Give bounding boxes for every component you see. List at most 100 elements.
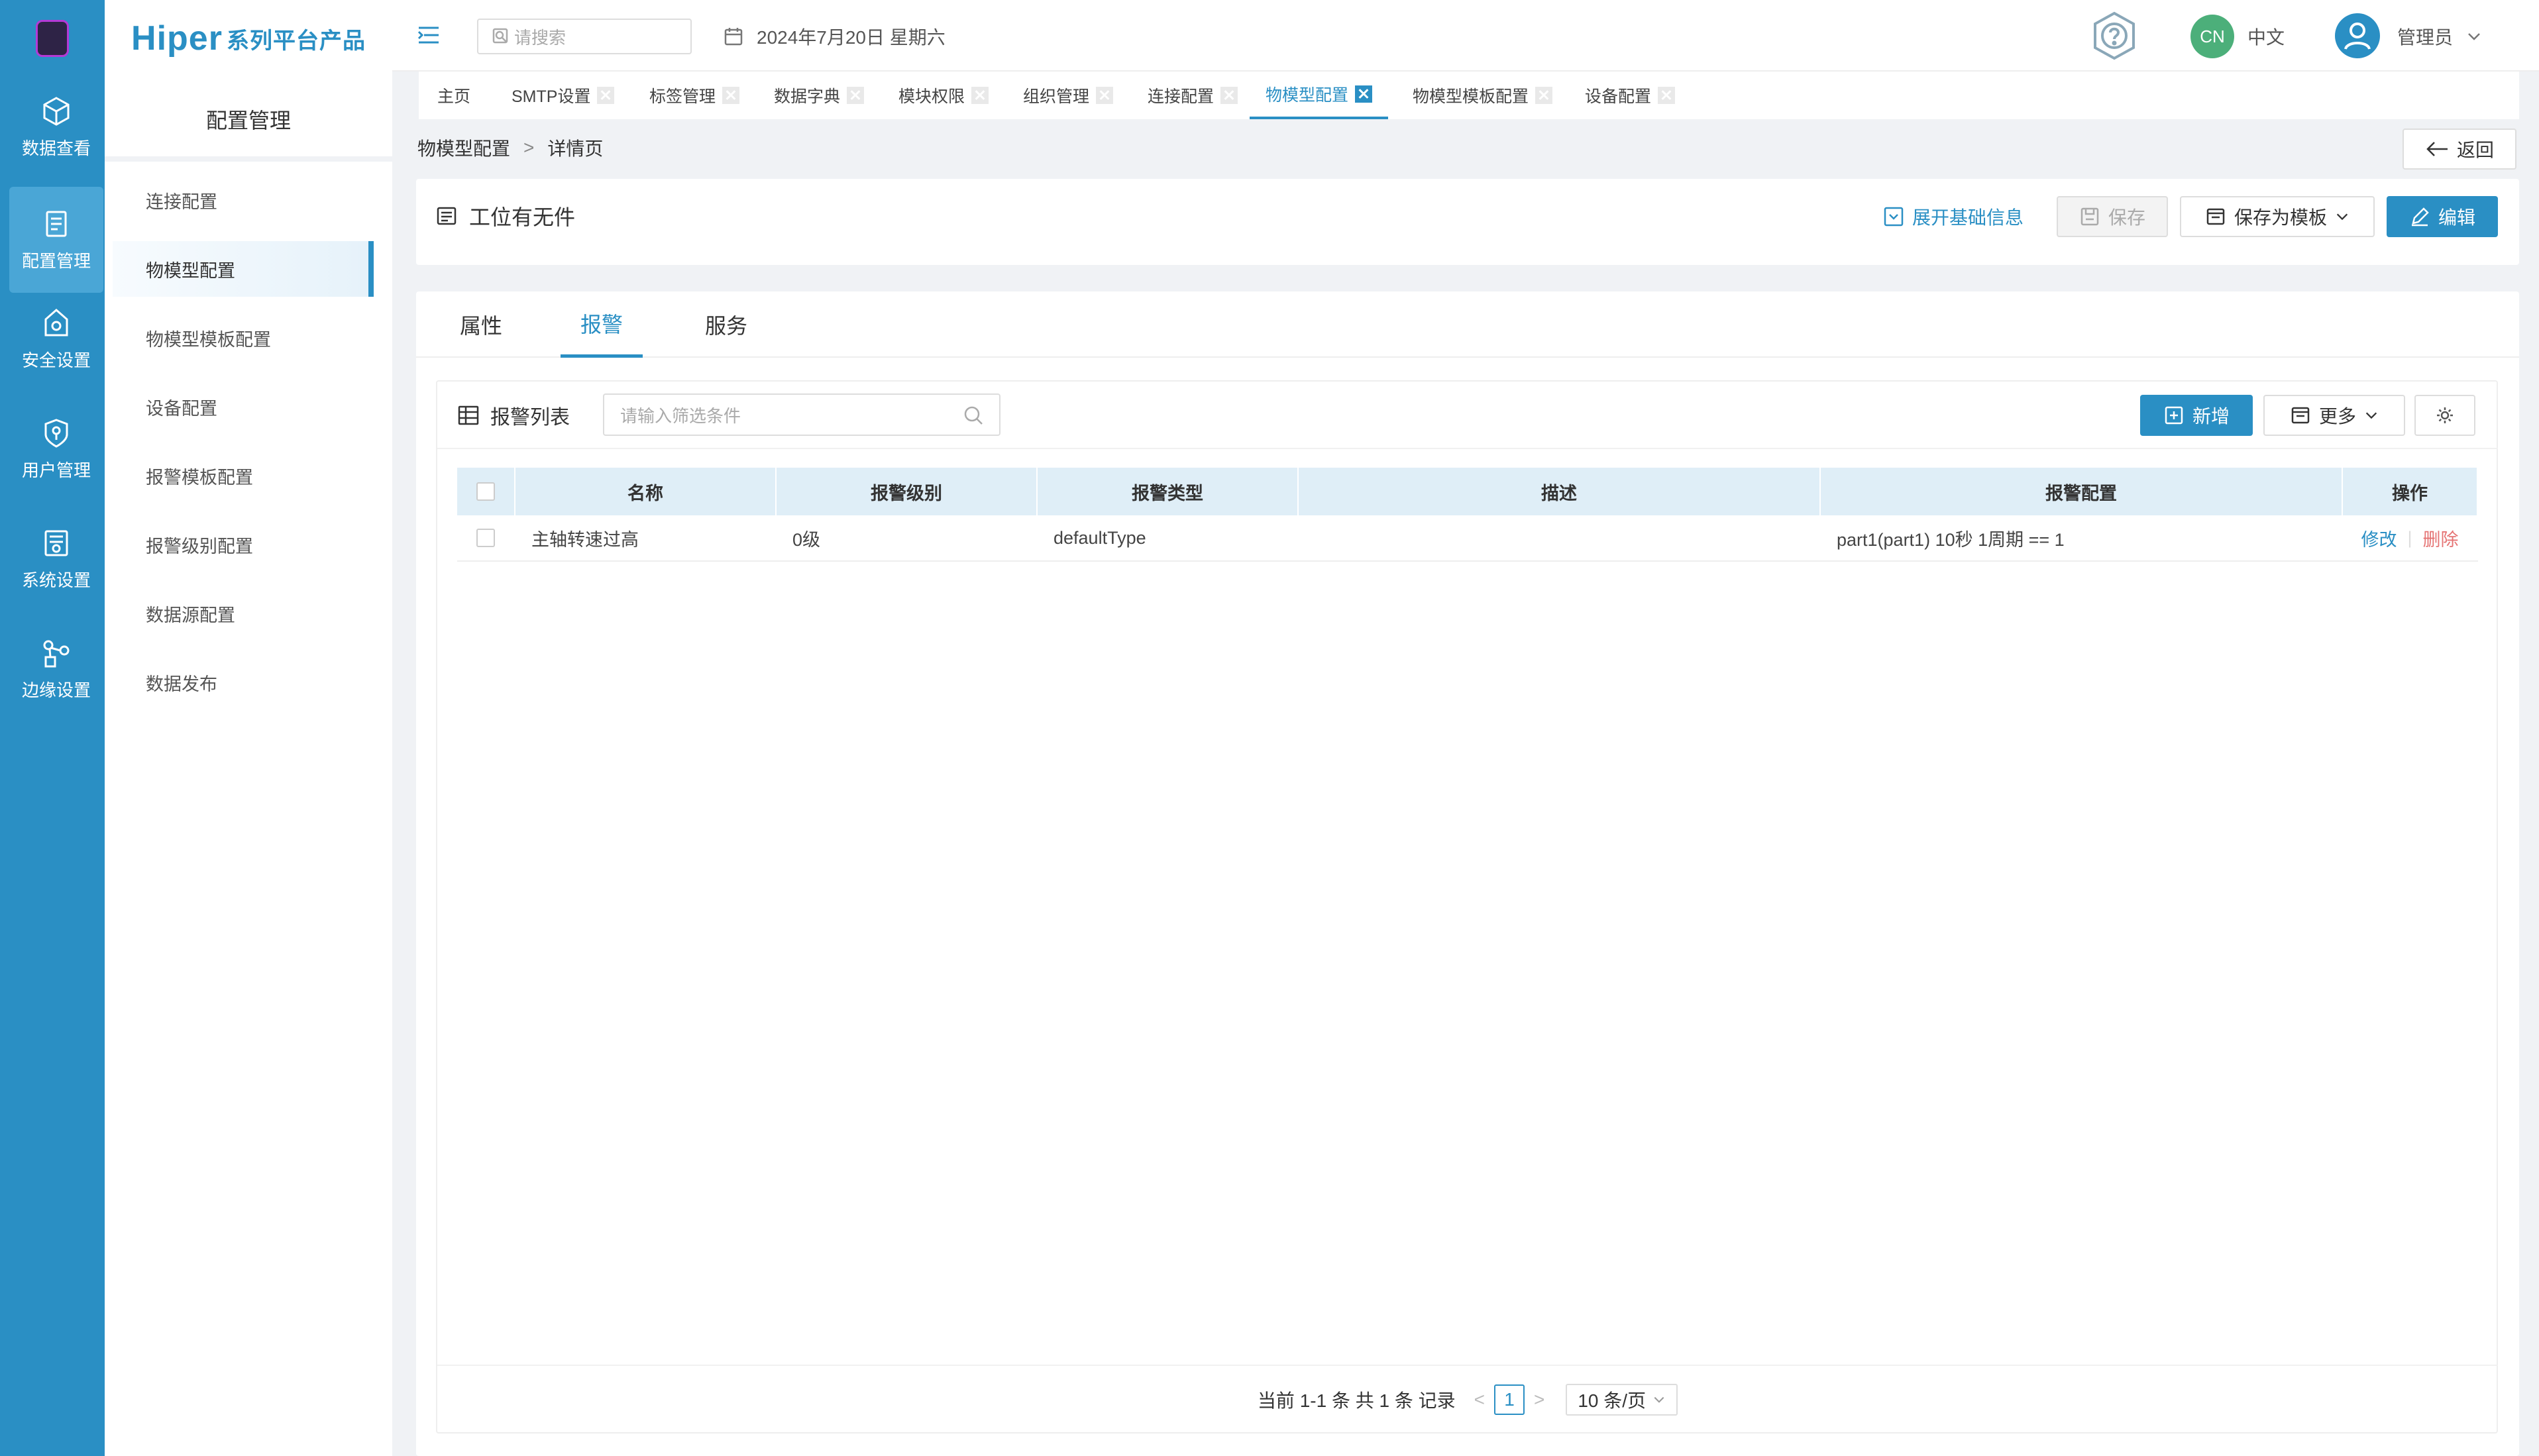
config-sidebar: Hiper 系列平台产品 配置管理 连接配置 物模型配置 物模型模板配置 设备配置… [105,0,392,1456]
close-icon[interactable] [1658,87,1676,104]
template-icon [2206,208,2225,225]
save-template-label: 保存为模板 [2234,207,2327,228]
sidebar-item-alarm-template[interactable]: 报警模板配置 [113,448,374,503]
chevron-down-icon [2365,412,2377,419]
rail-item-data-view[interactable]: 数据查看 [9,74,103,180]
help-icon[interactable] [2087,9,2141,62]
language-label[interactable]: 中文 [2247,19,2285,54]
tab-properties[interactable]: 属性 [448,291,514,358]
document-icon [437,207,457,225]
tab-model-config[interactable]: 物模型配置 [1250,72,1389,119]
chevron-down-icon [2336,213,2348,221]
breadcrumb-parent[interactable]: 物模型配置 [417,134,510,161]
tab-home[interactable]: 主页 [437,72,470,119]
menu-toggle-icon[interactable] [416,23,441,48]
rail-item-users[interactable]: 用户管理 [9,396,103,502]
search-icon [964,406,983,425]
edit-label: 编辑 [2438,207,2475,228]
close-icon[interactable] [1220,87,1238,104]
language-badge[interactable]: CN [2190,15,2234,58]
next-page-button[interactable]: > [1534,1389,1544,1410]
page-number-current[interactable]: 1 [1494,1384,1525,1415]
alarm-list-title-text: 报警列表 [490,407,570,429]
tab-connection[interactable]: 连接配置 [1148,72,1238,119]
tab-alarms[interactable]: 报警 [561,291,643,358]
close-icon[interactable] [847,87,865,104]
page-size-select[interactable]: 10 条/页 [1566,1384,1678,1416]
user-menu[interactable]: 管理员 [2397,19,2482,54]
tab-model-template[interactable]: 物模型模板配置 [1413,72,1553,119]
tab-device-config[interactable]: 设备配置 [1585,72,1676,119]
column-header-type[interactable]: 报警类型 [1038,468,1299,515]
tab-smtp[interactable]: SMTP设置 [512,72,615,119]
back-label: 返回 [2456,140,2494,160]
column-header-level[interactable]: 报警级别 [777,468,1038,515]
sidebar-item-datasource[interactable]: 数据源配置 [113,586,374,641]
sidebar-item-model-config[interactable]: 物模型配置 [113,241,374,297]
tab-tags[interactable]: 标签管理 [649,72,740,119]
avatar[interactable] [2335,13,2380,58]
page-title-text: 工位有无件 [469,205,576,229]
edit-row-link[interactable]: 修改 [2361,525,2397,551]
tab-label: 连接配置 [1148,87,1215,106]
more-label: 更多 [2318,406,2356,427]
edit-button[interactable]: 编辑 [2387,196,2498,237]
sidebar-divider [105,156,392,162]
filter-input[interactable]: 请输入筛选条件 [603,393,1000,436]
table-row[interactable]: 主轴转速过高 0级 defaultType part1(part1) 10秒 1… [457,515,2478,562]
tab-label: 模块权限 [898,87,965,106]
tab-organization[interactable]: 组织管理 [1023,72,1114,119]
sidebar-item-data-publish[interactable]: 数据发布 [113,654,374,710]
system-icon [44,530,68,556]
select-all-checkbox[interactable] [476,482,495,501]
cell-level: 0级 [777,515,1038,560]
sidebar-item-device[interactable]: 设备配置 [113,379,374,435]
rail-item-config[interactable]: 配置管理 [9,187,103,293]
cell-type: defaultType [1038,515,1299,560]
save-button[interactable]: 保存 [2057,196,2168,237]
close-icon[interactable] [722,87,740,104]
add-alarm-button[interactable]: 新增 [2140,395,2253,436]
close-icon[interactable] [1355,85,1373,103]
delete-row-link[interactable]: 删除 [2423,525,2459,551]
prev-page-button[interactable]: < [1474,1389,1485,1410]
sidebar-title: 配置管理 [205,109,291,132]
global-search-input[interactable]: 请搜索 [477,19,692,54]
tab-permissions[interactable]: 模块权限 [898,72,989,119]
rail-item-security[interactable]: 安全设置 [9,286,103,392]
tab-label: 组织管理 [1023,87,1090,106]
more-actions-button[interactable]: 更多 [2263,395,2405,436]
close-icon[interactable] [597,87,615,104]
tab-label: 标签管理 [649,87,716,106]
sidebar-item-model-template[interactable]: 物模型模板配置 [113,310,374,366]
user-name: 管理员 [2397,27,2454,48]
brand-suffix: 系列平台产品 [226,28,366,54]
close-icon[interactable] [1096,87,1114,104]
tab-services[interactable]: 服务 [693,291,759,358]
column-header-name[interactable]: 名称 [515,468,777,515]
current-date: 2024年7月20日 星期六 [724,19,945,54]
tab-dictionary[interactable]: 数据字典 [774,72,865,119]
rail-item-label: 数据查看 [21,138,91,158]
back-button[interactable]: 返回 [2403,129,2516,170]
tab-label: 物模型配置 [1266,86,1349,105]
column-header-alarm-config[interactable]: 报警配置 [1821,468,2343,515]
table-settings-button[interactable] [2414,395,2475,436]
user-shield-icon [44,418,68,448]
close-icon[interactable] [971,87,989,104]
sidebar-item-alarm-level[interactable]: 报警级别配置 [113,517,374,572]
tab-label: 设备配置 [1585,87,1652,106]
cell-actions: 修改 | 删除 [2343,515,2478,560]
close-icon[interactable] [1535,87,1553,104]
save-as-template-button[interactable]: 保存为模板 [2180,196,2375,237]
expand-info-button[interactable]: 展开基础信息 [1874,196,2033,237]
rail-item-label: 配置管理 [21,250,91,271]
row-checkbox[interactable] [476,529,495,547]
app-logo[interactable] [0,0,105,77]
sidebar-item-connection[interactable]: 连接配置 [113,172,374,228]
column-header-description[interactable]: 描述 [1299,468,1821,515]
rail-item-system[interactable]: 系统设置 [9,506,103,612]
save-icon [2080,207,2099,226]
rail-item-edge[interactable]: 边缘设置 [9,616,103,722]
alarm-list-toolbar: 报警列表 请输入筛选条件 新增 更多 [437,382,2498,449]
